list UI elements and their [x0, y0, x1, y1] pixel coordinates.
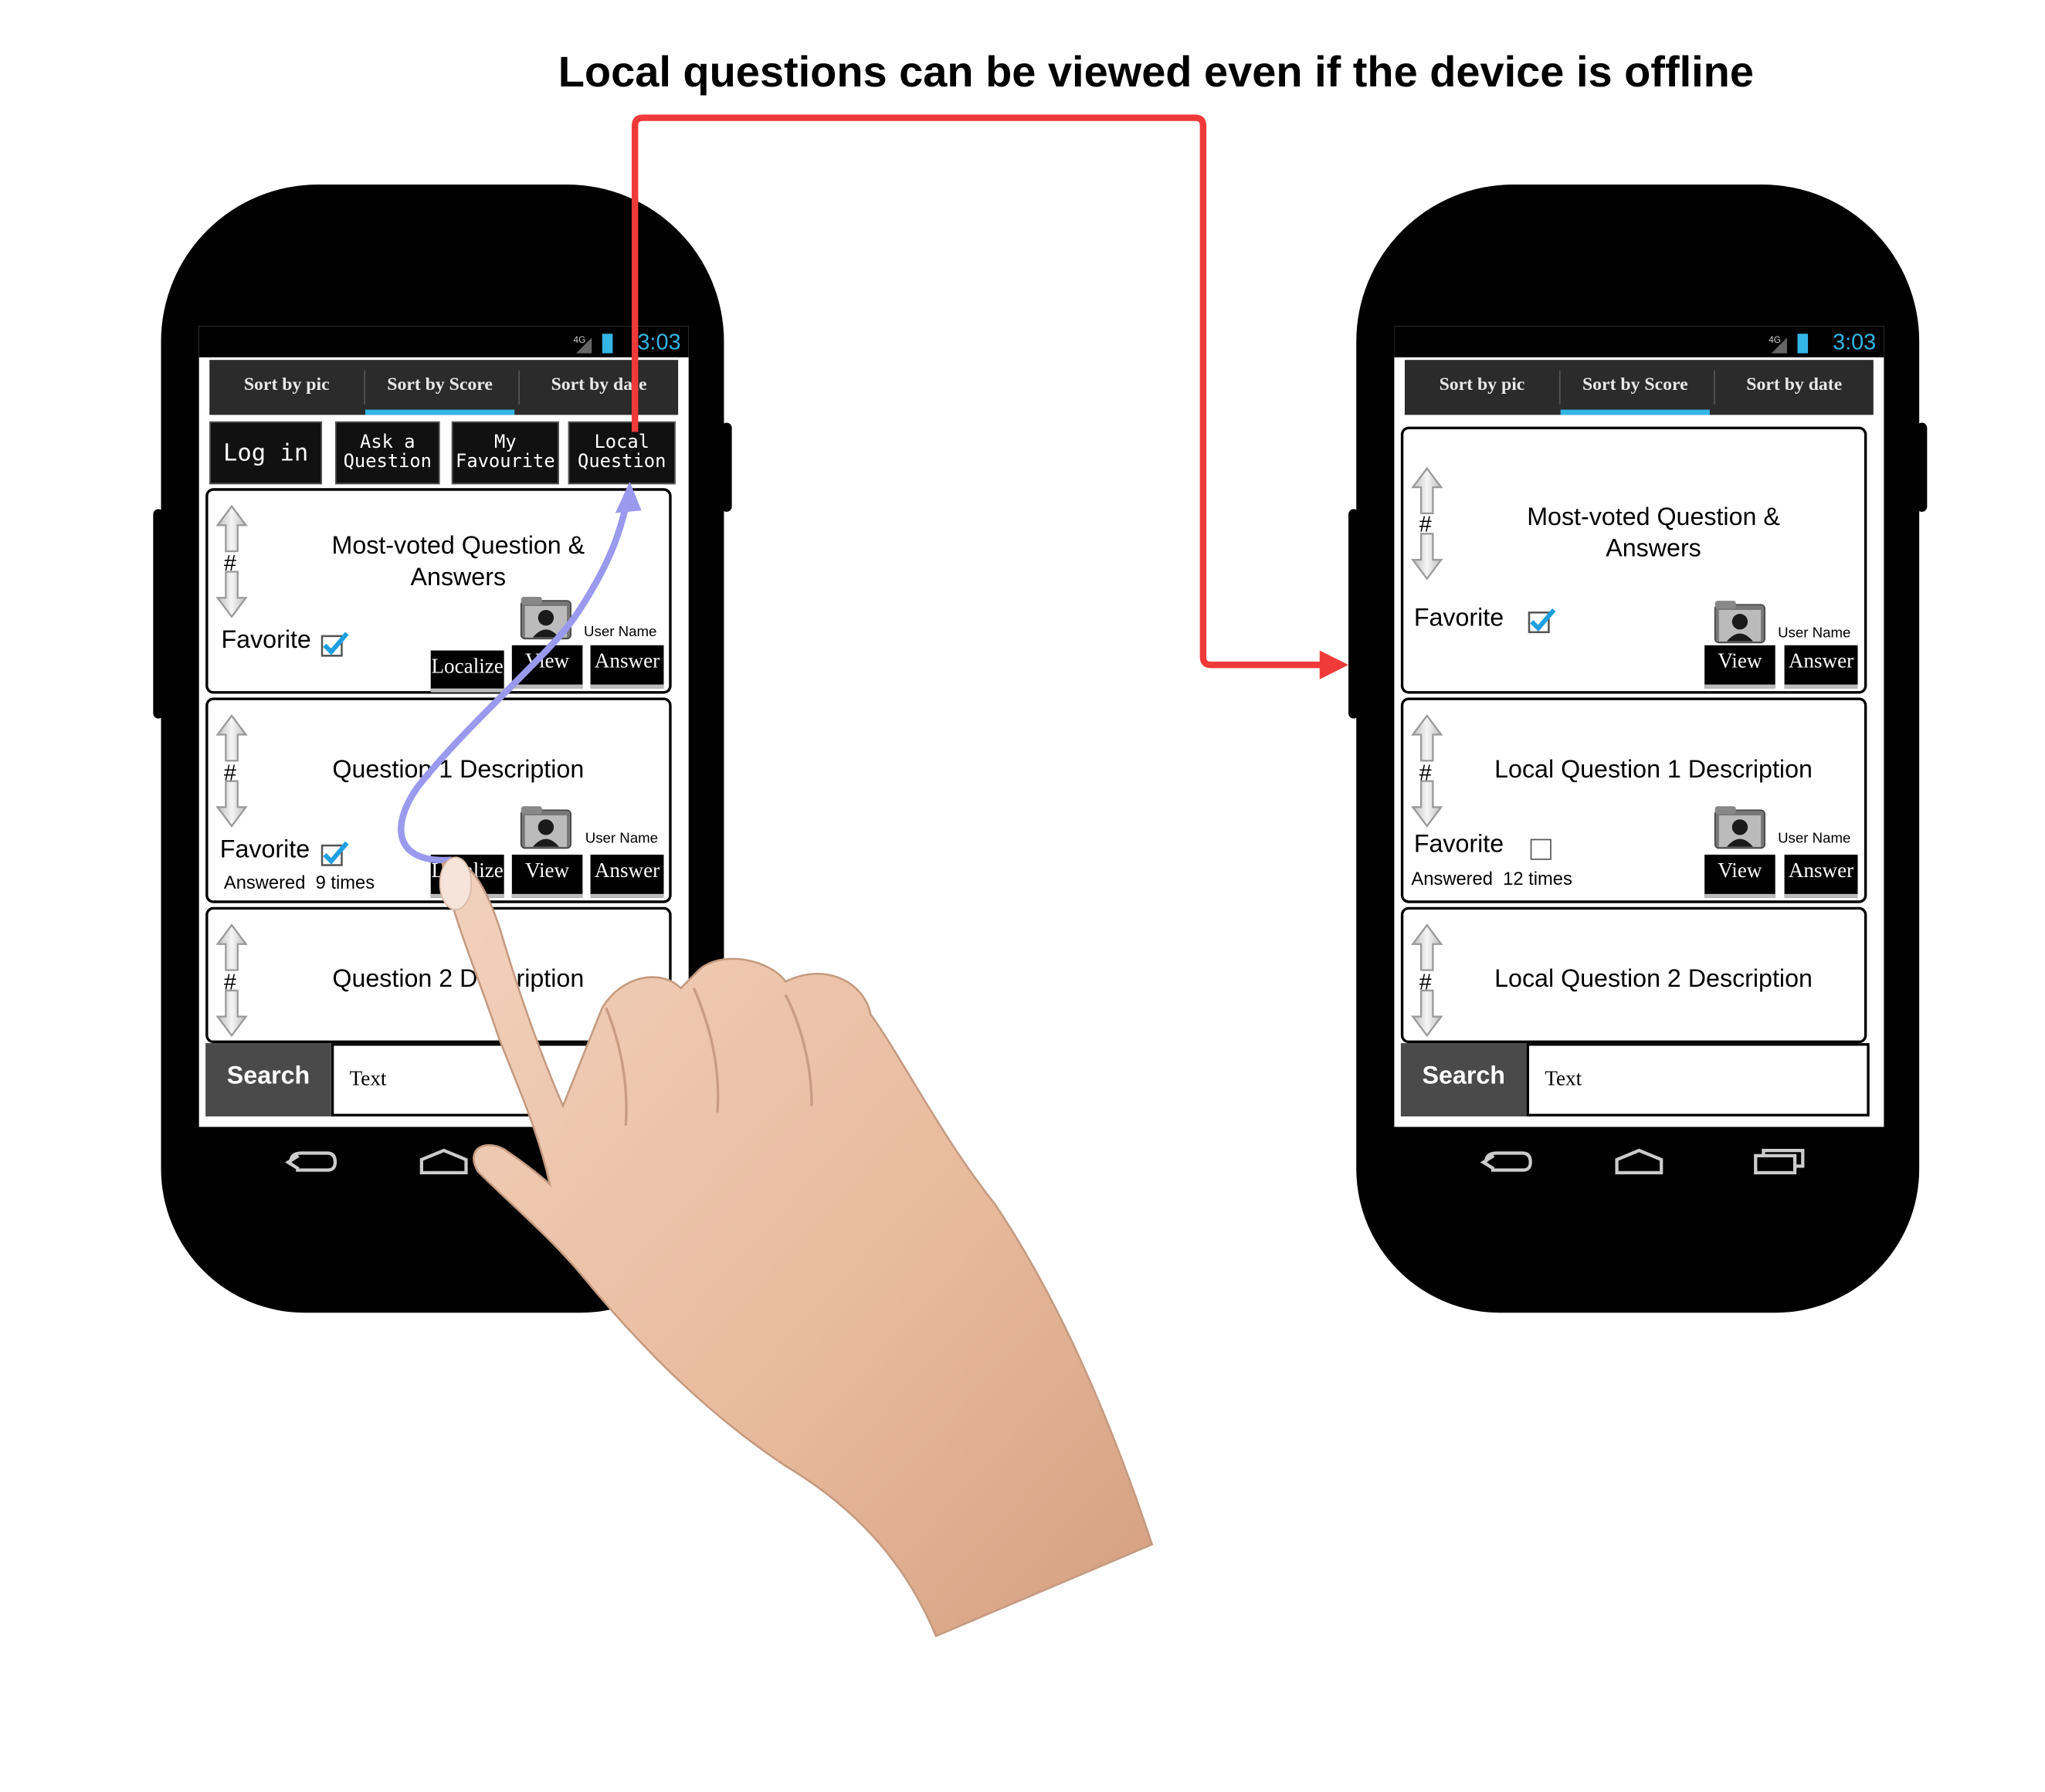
- annotation-overlay: [398, 114, 1349, 1638]
- swipe-gesture-path: [398, 481, 642, 864]
- pointing-hand-icon: [439, 856, 1154, 1638]
- red-connector-arrow: [631, 114, 1349, 679]
